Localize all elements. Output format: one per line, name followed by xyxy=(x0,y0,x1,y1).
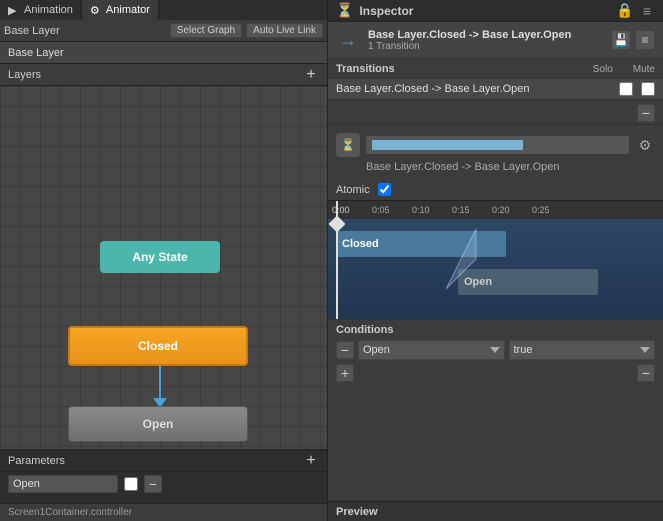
timeline-container: 0:00 0:05 0:10 0:15 0:20 0:25 Closed Ope… xyxy=(328,200,663,319)
transition-menu-button[interactable]: ≡ xyxy=(635,30,655,50)
select-graph-button[interactable]: Select Graph xyxy=(170,23,242,38)
parameters-header: Parameters + xyxy=(0,450,327,472)
right-panel: ⏳ Inspector 🔒 ≡ → Base Layer.Closed -> B… xyxy=(328,0,663,521)
timeline-tracks: Closed Open xyxy=(328,219,663,319)
closed-track-label: Closed xyxy=(342,238,379,250)
inspector-menu-button[interactable]: ≡ xyxy=(639,3,655,19)
parameter-minus-button[interactable]: − xyxy=(144,475,162,493)
inspector-hourglass-icon: ⏳ xyxy=(336,2,353,19)
any-state-node[interactable]: Any State xyxy=(100,241,220,273)
solo-label: Solo xyxy=(593,64,613,75)
ruler-mark-0: 0:00 xyxy=(332,205,350,215)
add-parameter-button[interactable]: + xyxy=(303,453,319,469)
closed-state-node[interactable]: Closed xyxy=(68,326,248,366)
transitions-section: Transitions Solo Mute Base Layer.Closed … xyxy=(328,59,663,125)
preview-footer-label: Preview xyxy=(336,506,378,518)
preview-transition-icon: ⏳ xyxy=(336,133,360,157)
tab-animator-label: Animator xyxy=(106,4,150,16)
atomic-checkbox[interactable] xyxy=(378,183,391,196)
condition-remove-button[interactable]: − xyxy=(637,364,655,382)
layers-title: Layers xyxy=(8,69,303,81)
preview-transition-label-container: Base Layer.Closed -> Base Layer.Open xyxy=(336,161,655,175)
ruler-mark-2: 0:10 xyxy=(412,205,430,215)
parameter-row-open: − xyxy=(0,472,327,496)
solo-checkbox[interactable] xyxy=(619,82,633,96)
animator-toolbar: Base Layer Select Graph Auto Live Link xyxy=(0,20,327,42)
closed-state-label: Closed xyxy=(138,339,178,353)
transition-minus-container: − xyxy=(328,100,663,124)
transition-title: Base Layer.Closed -> Base Layer.Open xyxy=(368,29,603,41)
auto-live-link-button[interactable]: Auto Live Link xyxy=(246,23,323,38)
conditions-title: Conditions xyxy=(336,324,655,336)
inspector-lock-button[interactable]: 🔒 xyxy=(617,3,633,19)
open-state-node[interactable]: Open xyxy=(68,406,248,442)
animator-icon: ⚙ xyxy=(90,4,102,16)
transition-info: → Base Layer.Closed -> Base Layer.Open 1… xyxy=(328,22,663,59)
left-panel: ▶ Animation ⚙ Animator Base Layer Select… xyxy=(0,0,328,521)
toolbar-label: Base Layer xyxy=(4,25,166,37)
parameters-title: Parameters xyxy=(8,455,303,467)
transition-row[interactable]: Base Layer.Closed -> Base Layer.Open xyxy=(328,79,663,100)
preview-footer: Preview xyxy=(328,501,663,521)
transition-arrow xyxy=(155,366,165,408)
condition-value-select[interactable]: true false xyxy=(509,340,656,360)
conditions-section: Conditions − Open true false + − xyxy=(328,319,663,386)
condition-minus-button[interactable]: − xyxy=(336,341,354,359)
mute-label: Mute xyxy=(633,64,655,75)
transition-buttons: 💾 ≡ xyxy=(611,30,655,50)
transitions-section-header: Transitions Solo Mute xyxy=(328,59,663,79)
preview-transition-label: Base Layer.Closed -> Base Layer.Open xyxy=(366,161,560,173)
condition-param-select[interactable]: Open xyxy=(358,340,505,360)
transition-minus-button[interactable]: − xyxy=(637,104,655,122)
animation-icon: ▶ xyxy=(8,4,20,16)
status-text: Screen1Container.controller xyxy=(8,507,132,518)
preview-section: ⏳ ⚙ Base Layer.Closed -> Base Layer.Open xyxy=(328,125,663,179)
layers-header: Layers + xyxy=(0,64,327,86)
breadcrumb-text: Base Layer xyxy=(8,47,64,59)
arrow-line xyxy=(159,366,161,398)
preview-gear-button[interactable]: ⚙ xyxy=(635,135,655,155)
breadcrumb: Base Layer xyxy=(0,42,327,64)
status-bar: Screen1Container.controller xyxy=(0,503,327,521)
playhead-line xyxy=(336,219,338,319)
condition-row: − Open true false xyxy=(336,340,655,360)
atomic-row: Atomic xyxy=(328,179,663,200)
preview-bar xyxy=(366,136,629,154)
tab-bar: ▶ Animation ⚙ Animator xyxy=(0,0,327,20)
timeline-ruler: 0:00 0:05 0:10 0:15 0:20 0:25 xyxy=(328,201,663,219)
transition-save-button[interactable]: 💾 xyxy=(611,30,631,50)
conditions-add-row: + − xyxy=(336,364,655,382)
ruler-mark-5: 0:25 xyxy=(532,205,550,215)
animator-canvas: Any State Closed Open xyxy=(0,86,327,449)
transition-text: Base Layer.Closed -> Base Layer.Open 1 T… xyxy=(368,29,603,52)
ruler-mark-1: 0:05 xyxy=(372,205,390,215)
mute-checkbox[interactable] xyxy=(641,82,655,96)
atomic-label: Atomic xyxy=(336,184,370,196)
ruler-mark-4: 0:20 xyxy=(492,205,510,215)
ruler-mark-3: 0:15 xyxy=(452,205,470,215)
parameter-name-input[interactable] xyxy=(8,475,118,493)
preview-bar-fill xyxy=(372,140,523,150)
transition-sub: 1 Transition xyxy=(368,41,603,52)
tab-animation[interactable]: ▶ Animation xyxy=(0,0,82,20)
transition-preview-row: ⏳ ⚙ xyxy=(336,129,655,161)
bottom-bar: Parameters + − xyxy=(0,449,327,503)
any-state-label: Any State xyxy=(132,250,187,264)
transition-arrow-icon: → xyxy=(336,28,360,52)
tab-animation-label: Animation xyxy=(24,4,73,16)
inspector-title: Inspector xyxy=(359,4,611,18)
tab-animator[interactable]: ⚙ Animator xyxy=(82,0,159,20)
section-col-labels: Solo Mute xyxy=(593,64,655,75)
open-state-label: Open xyxy=(143,417,174,431)
parameter-checkbox[interactable] xyxy=(124,477,138,491)
transitions-section-title: Transitions xyxy=(336,63,593,75)
condition-add-button[interactable]: + xyxy=(336,364,354,382)
add-layer-button[interactable]: + xyxy=(303,67,319,83)
transition-wedge-svg xyxy=(446,229,496,299)
inspector-header: ⏳ Inspector 🔒 ≡ xyxy=(328,0,663,22)
transition-row-text: Base Layer.Closed -> Base Layer.Open xyxy=(336,83,611,95)
